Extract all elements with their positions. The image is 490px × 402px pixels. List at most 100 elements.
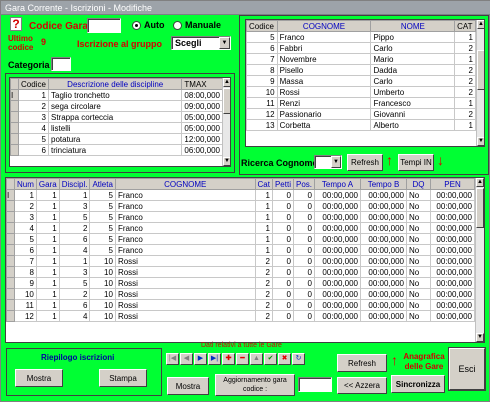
atleta-cognome-cell[interactable]: Massa (276, 75, 372, 87)
cat-cell[interactable]: 1 (254, 233, 273, 245)
pos-cell[interactable]: 0 (292, 233, 316, 245)
iscrizione-row[interactable]: 11 1 6 10 Rossi 2 0 0 00:00,000 00:00,000 No 00:00,… (6, 299, 475, 311)
discipl-cell[interactable]: 6 (58, 299, 91, 311)
atleta-cat-cell[interactable]: 2 (454, 86, 476, 98)
mostra-bottom-button[interactable]: Mostra (167, 377, 209, 395)
atleta-codice-cell[interactable]: 8 (246, 64, 278, 76)
save-record-icon[interactable]: ✔ (264, 353, 277, 365)
scroll-thumb[interactable] (223, 88, 230, 114)
dq-cell[interactable]: No (406, 255, 431, 267)
atleta-cat-cell[interactable]: 1 (454, 119, 476, 131)
atleta-cell[interactable]: 5 (89, 233, 116, 245)
atleta-row[interactable]: 6 Fabbri Carlo 2 (246, 42, 476, 54)
disc-codice-cell[interactable]: 4 (18, 122, 49, 134)
record-selector[interactable] (6, 299, 15, 311)
disc-tmax-cell[interactable]: 06:00,000 (181, 144, 223, 156)
gara-cell[interactable]: 1 (35, 233, 60, 245)
atleta-cat-cell[interactable]: 2 (454, 64, 476, 76)
aggiornamento-codice-input[interactable] (298, 377, 332, 392)
refresh-bottom-button[interactable]: Refresh (337, 354, 387, 372)
atleta-cell[interactable]: 10 (89, 299, 116, 311)
cat-cell[interactable]: 2 (254, 255, 273, 267)
refresh-record-icon[interactable]: ↻ (292, 353, 305, 365)
record-selector[interactable] (10, 111, 19, 123)
esci-button[interactable]: Esci (449, 348, 485, 390)
tempo-b-cell[interactable]: 00:00,000 (360, 200, 407, 212)
atleti-scrollbar[interactable]: ▲ ▼ (476, 20, 484, 146)
cognome-cell[interactable]: Rossi (114, 310, 256, 322)
cat-cell[interactable]: 2 (254, 288, 273, 300)
cat-cell[interactable]: 1 (254, 200, 273, 212)
tempo-a-cell[interactable]: 00:00,000 (314, 222, 361, 234)
record-selector[interactable]: I (6, 189, 15, 201)
discipline-row[interactable]: 6 trinciatura 06:00,000 (10, 144, 223, 156)
atleti-col-codice[interactable]: Codice (246, 20, 278, 32)
pos-cell[interactable]: 0 (292, 299, 316, 311)
record-selector[interactable] (6, 222, 15, 234)
atleta-cat-cell[interactable]: 2 (454, 75, 476, 87)
atleta-cat-cell[interactable]: 1 (454, 31, 476, 43)
disc-descrizione-cell[interactable]: sega circolare (47, 100, 183, 112)
codice-gara-input[interactable] (87, 18, 121, 33)
atleta-nome-cell[interactable]: Dadda (370, 64, 456, 76)
num-cell[interactable]: 12 (14, 310, 37, 322)
disc-descrizione-cell[interactable]: trinciatura (47, 144, 183, 156)
atleta-row[interactable]: 9 Massa Carlo 2 (246, 75, 476, 87)
record-selector[interactable] (10, 122, 19, 134)
discipline-row[interactable]: 2 sega circolare 09:00,000 (10, 100, 223, 112)
col-cognome[interactable]: COGNOME (114, 178, 256, 190)
scroll-thumb[interactable] (477, 50, 484, 90)
iscrizione-row[interactable]: 3 1 5 5 Franco 1 0 0 00:00,000 00:00,000 No 00:00,0… (6, 211, 475, 223)
help-icon[interactable]: ? (10, 17, 22, 31)
pen-cell[interactable]: 00:00,000 (430, 288, 475, 300)
atleta-cell[interactable]: 5 (89, 200, 116, 212)
tempo-a-cell[interactable]: 00:00,000 (314, 255, 361, 267)
atleta-codice-cell[interactable]: 6 (246, 42, 278, 54)
petti-cell[interactable]: 0 (271, 299, 294, 311)
cat-cell[interactable]: 1 (254, 211, 273, 223)
atleta-nome-cell[interactable]: Umberto (370, 86, 456, 98)
cat-cell[interactable]: 1 (254, 222, 273, 234)
atleta-codice-cell[interactable]: 5 (246, 31, 278, 43)
atleta-cell[interactable]: 10 (89, 255, 116, 267)
disc-descrizione-cell[interactable]: Taglio tronchetto (47, 89, 183, 101)
tempo-b-cell[interactable]: 00:00,000 (360, 288, 407, 300)
tempo-b-cell[interactable]: 00:00,000 (360, 244, 407, 256)
disc-col-codice[interactable]: Codice (18, 78, 49, 90)
disc-descrizione-cell[interactable]: listelli (47, 122, 183, 134)
atleta-cat-cell[interactable]: 2 (454, 42, 476, 54)
cognome-cell[interactable]: Franco (114, 233, 256, 245)
tempo-a-cell[interactable]: 00:00,000 (314, 211, 361, 223)
tempo-a-cell[interactable]: 00:00,000 (314, 310, 361, 322)
atleta-codice-cell[interactable]: 12 (246, 108, 278, 120)
discipl-cell[interactable]: 2 (58, 222, 91, 234)
iscrizione-row[interactable]: 8 1 3 10 Rossi 2 0 0 00:00,000 00:00,000 No 00:00,0… (6, 266, 475, 278)
atleti-col-cat[interactable]: CAT (454, 20, 476, 32)
iscrizioni-scrollbar[interactable]: ▲ ▼ (475, 178, 484, 342)
gara-cell[interactable]: 1 (35, 211, 60, 223)
col-discipl[interactable]: Discipl. (58, 178, 91, 190)
atleta-cell[interactable]: 5 (89, 211, 116, 223)
iscrizione-row[interactable]: I 1 1 1 5 Franco 1 0 0 00:00,000 00:00,000 No 00:00,… (6, 189, 475, 201)
atleta-cell[interactable]: 10 (89, 266, 116, 278)
pen-cell[interactable]: 00:00,000 (430, 211, 475, 223)
atleta-row[interactable]: 10 Rossi Umberto 2 (246, 86, 476, 98)
discipl-cell[interactable]: 4 (58, 310, 91, 322)
scroll-down-icon[interactable]: ▼ (223, 157, 230, 166)
iscrizione-row[interactable]: 2 1 3 5 Franco 1 0 0 00:00,000 00:00,000 No 00:00,0… (6, 200, 475, 212)
atleta-codice-cell[interactable]: 10 (246, 86, 278, 98)
disc-tmax-cell[interactable]: 05:00,000 (181, 122, 223, 134)
pen-cell[interactable]: 00:00,000 (430, 222, 475, 234)
tempo-b-cell[interactable]: 00:00,000 (360, 222, 407, 234)
pos-cell[interactable]: 0 (292, 211, 316, 223)
pen-cell[interactable]: 00:00,000 (430, 189, 475, 201)
dq-cell[interactable]: No (406, 277, 431, 289)
first-record-icon[interactable]: |◀ (166, 353, 179, 365)
atleti-col-nome[interactable]: NOME (370, 20, 456, 32)
tempo-a-cell[interactable]: 00:00,000 (314, 299, 361, 311)
cognome-cell[interactable]: Rossi (114, 255, 256, 267)
record-selector[interactable] (6, 244, 15, 256)
tempo-b-cell[interactable]: 00:00,000 (360, 266, 407, 278)
petti-cell[interactable]: 0 (271, 244, 294, 256)
gara-cell[interactable]: 1 (35, 222, 60, 234)
